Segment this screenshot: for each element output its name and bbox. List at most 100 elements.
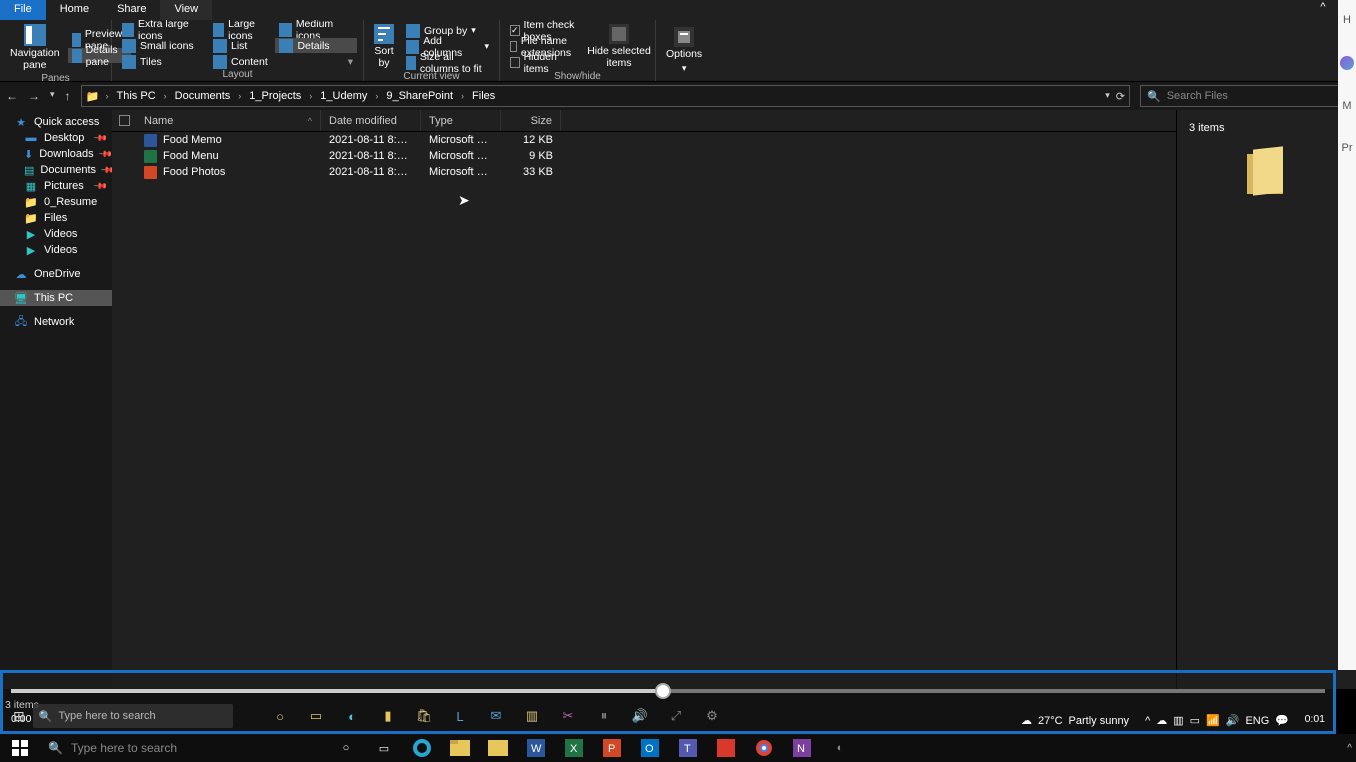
up-button[interactable]: ↑ [65,89,71,103]
column-date[interactable]: Date modified [321,110,421,131]
sidebar-desktop[interactable]: ▬Desktop📌 [0,130,112,146]
refresh-icon[interactable]: ⟳ [1116,90,1125,103]
tab-home[interactable]: Home [46,0,103,20]
column-size[interactable]: Size [501,110,561,131]
view-medium-icons[interactable]: Medium icons [275,22,357,37]
sidebar-onedrive[interactable]: ☁OneDrive [0,266,112,282]
svg-text:P: P [608,743,615,755]
breadcrumb[interactable]: Files [470,90,497,102]
cortana-icon[interactable]: ○ [328,734,364,762]
column-name[interactable]: Name^ [136,110,321,131]
onenote-icon[interactable]: N [784,734,820,762]
wifi-icon[interactable]: 📶 [1206,714,1220,727]
view-extra-large-icons[interactable]: Extra large icons [118,22,209,37]
sidebar-quick-access[interactable]: ★Quick access [0,114,112,130]
breadcrumb[interactable]: Documents [173,90,233,102]
mail-icon[interactable]: ✉ [487,707,505,725]
recent-dropdown[interactable]: ▾ [50,89,55,103]
search-input[interactable]: 🔍 Search Files [1140,85,1350,107]
breadcrumb[interactable]: This PC [115,90,158,102]
tray-chevron-icon[interactable]: ^ [1347,743,1352,754]
excel-icon[interactable]: X [556,734,592,762]
navigation-pane-button[interactable]: Navigation pane [6,22,64,73]
taskbar-search[interactable]: 🔍 Type here to search [40,734,320,762]
seek-thumb[interactable] [655,683,671,699]
breadcrumb[interactable]: 1_Udemy [318,90,369,102]
sidebar-network[interactable]: 🖧Network [0,314,112,330]
file-row[interactable]: Food Memo 2021-08-11 8:28 PM Microsoft W… [112,132,1176,148]
tray-chevron-icon[interactable]: ^ [1145,715,1150,727]
view-content[interactable]: Content [209,54,275,69]
tab-view[interactable]: View [160,0,212,20]
explorer-icon[interactable]: ▮ [379,707,397,725]
task-view-icon[interactable]: ▭ [366,734,402,762]
sidebar-documents[interactable]: ▤Documents📌 [0,162,112,178]
cortana-icon[interactable]: ○ [271,707,289,725]
word-icon[interactable]: W [518,734,554,762]
column-type[interactable]: Type [421,110,501,131]
start-button[interactable] [0,734,40,762]
view-large-icons[interactable]: Large icons [209,22,275,37]
language-indicator[interactable]: ENG [1245,715,1269,727]
main-area: ★Quick access ▬Desktop📌 ⬇Downloads📌 ▤Doc… [0,110,1356,689]
options-button[interactable]: Options ▾ [662,22,706,79]
breadcrumb[interactable]: 9_SharePoint [384,90,455,102]
sidebar-pictures[interactable]: ▦Pictures📌 [0,178,112,194]
volume-icon[interactable]: 🔊 [631,707,649,725]
layout-icon [122,23,134,37]
address-bar[interactable]: 📁 › This PC› Documents› 1_Projects› 1_Ud… [81,85,1130,107]
windows-start-icon[interactable]: ⊞ [13,708,25,725]
layout-more-icon[interactable]: ▾ [275,54,357,69]
outlook-icon[interactable]: O [632,734,668,762]
sidebar-folder-resume[interactable]: 📁0_Resume [0,194,112,210]
volume-tray-icon[interactable]: 🔊 [1226,714,1240,727]
powerpoint-icon[interactable]: P [594,734,630,762]
sort-by-button[interactable]: Sort by [370,22,398,71]
sidebar-videos[interactable]: ▶Videos [0,226,112,242]
app-icon[interactable]: ▥ [523,707,541,725]
back-button[interactable]: ← [6,89,18,103]
size-columns-fit-button[interactable]: Size all columns to fit [402,55,493,70]
tab-share[interactable]: Share [103,0,160,20]
teams-icon[interactable]: T [670,734,706,762]
notification-icon[interactable]: 💬 [1275,714,1289,727]
hide-selected-items-button[interactable]: Hide selected items [583,22,655,71]
file-list[interactable]: Name^ Date modified Type Size Food Memo … [112,110,1176,689]
select-all-checkbox[interactable] [119,115,130,126]
app-icon[interactable]: ✂ [559,707,577,725]
file-row[interactable]: Food Photos 2021-08-11 8:29 PM Microsoft… [112,164,1176,180]
app-icon[interactable] [708,734,744,762]
sidebar-downloads[interactable]: ⬇Downloads📌 [0,146,112,162]
view-small-icons[interactable]: Small icons [118,38,209,53]
store-icon[interactable]: 🛍 [415,707,433,725]
sidebar-this-pc[interactable]: 🖥This PC [0,290,112,306]
chevron-up-icon[interactable]: ^ [1316,0,1330,14]
settings-icon[interactable]: ⚙ [703,707,721,725]
app-icon[interactable]: ◐ [822,734,858,762]
explorer-icon[interactable] [442,734,478,762]
edge-icon[interactable]: ◐ [343,707,361,725]
forward-button[interactable]: → [28,89,40,103]
view-details[interactable]: Details [275,38,357,53]
tab-file[interactable]: File [0,0,46,20]
sidebar-folder-files[interactable]: 📁Files [0,210,112,226]
sidebar-videos[interactable]: ▶Videos [0,242,112,258]
inner-taskbar-search[interactable]: 🔍 Type here to search [33,704,233,728]
address-dropdown-icon[interactable]: ▾ [1105,90,1110,103]
breadcrumb[interactable]: 1_Projects [247,90,303,102]
app-icon[interactable]: L [451,707,469,725]
play-pause-icon[interactable]: ⏸ [595,707,613,725]
view-tiles[interactable]: Tiles [118,54,209,69]
view-list[interactable]: List [209,38,275,53]
file-row[interactable]: Food Menu 2021-08-11 8:29 PM Microsoft E… [112,148,1176,164]
edge-icon[interactable] [404,734,440,762]
battery-icon[interactable]: ▭ [1190,714,1200,727]
hidden-items-toggle[interactable]: Hidden items [506,55,579,70]
task-view-icon[interactable]: ▭ [307,707,325,725]
tray-icon[interactable]: ▥ [1173,714,1183,727]
chrome-icon[interactable] [746,734,782,762]
onedrive-tray-icon[interactable]: ☁ [1156,714,1167,727]
video-seek-bar[interactable] [11,689,1325,693]
fullscreen-icon[interactable]: ⤢ [667,707,685,725]
explorer-icon[interactable] [480,734,516,762]
